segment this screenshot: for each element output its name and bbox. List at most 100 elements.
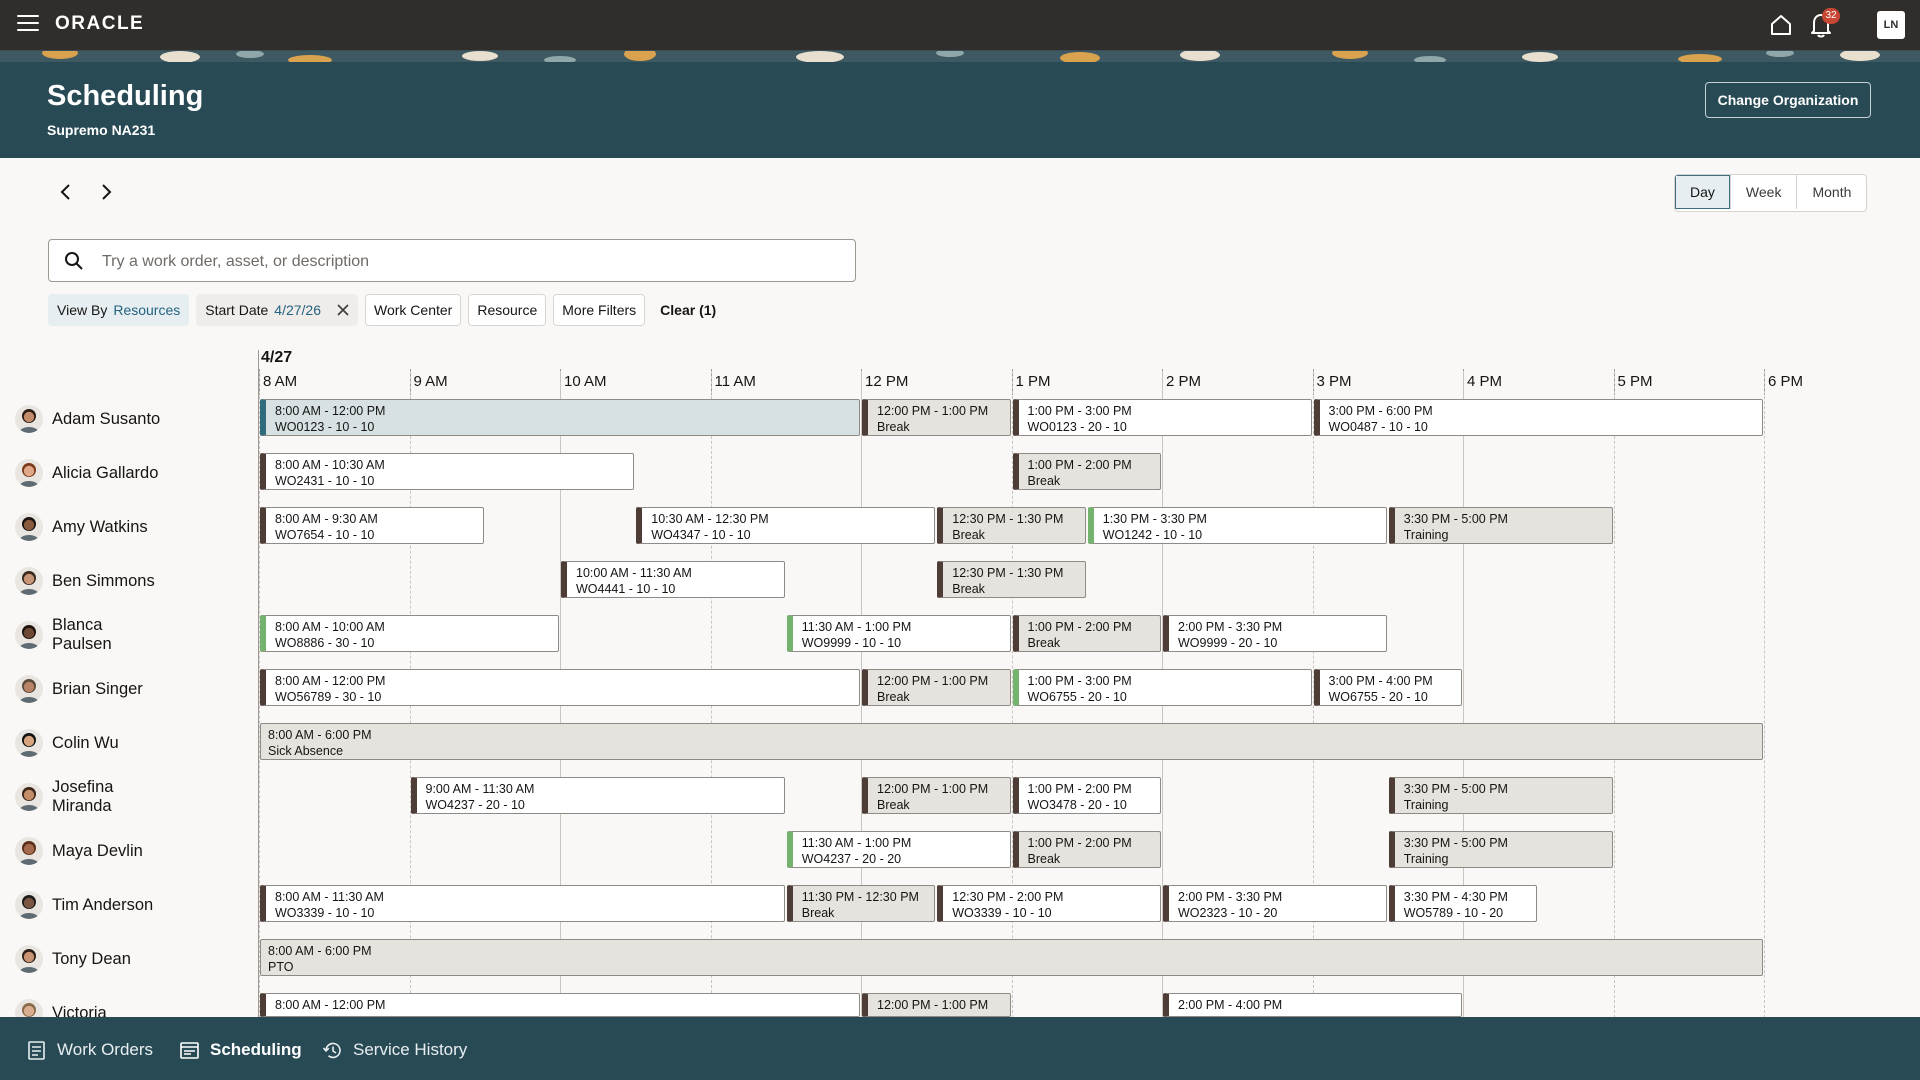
resource-row[interactable]: Adam Susanto [15,399,235,439]
resource-name: Tim Anderson [52,895,154,914]
work-order-block[interactable]: 1:00 PM - 3:00 PM WO0123 - 20 - 10 [1012,399,1312,436]
work-order-block[interactable]: 8:00 AM - 11:30 AM WO3339 - 10 - 10 [260,885,785,922]
view-week-button[interactable]: Week [1729,175,1797,209]
schedule-block[interactable]: 12:30 PM - 1:30 PM Break [937,507,1086,544]
resource-name: Amy Watkins [52,517,148,536]
resource-row[interactable]: Tim Anderson [15,885,235,925]
work-order-block[interactable]: 3:00 PM - 6:00 PM WO0487 - 10 - 10 [1313,399,1763,436]
resource-row[interactable]: Colin Wu [15,723,235,763]
event-time: 1:30 PM - 3:30 PM [1102,512,1207,526]
home-icon[interactable] [1768,12,1794,38]
schedule-block[interactable]: 12:00 PM - 1:00 PM Break [862,669,1011,706]
work-order-block[interactable]: 8:00 AM - 10:30 AM WO2431 - 10 - 10 [260,453,635,490]
chevron-right-icon[interactable] [94,180,118,204]
nav-service-history[interactable]: Service History [322,1038,467,1062]
close-icon[interactable] [337,304,349,316]
event-detail: Break [877,420,910,434]
schedule-block[interactable]: 3:30 PM - 5:00 PM Training [1388,831,1613,868]
resource-row[interactable]: Alicia Gallardo [15,453,235,493]
event-detail: Training [1403,852,1449,866]
work-order-block[interactable]: 12:30 PM - 2:00 PM WO3339 - 10 - 10 [937,885,1161,922]
event-detail: WO56789 - 30 - 10 [275,690,382,704]
resource-row[interactable]: Amy Watkins [15,507,235,547]
avatar [15,675,43,703]
work-order-block[interactable]: 8:00 AM - 12:00 PM [260,993,860,1017]
top-bar: ORACLE 32 LN [0,0,1920,50]
view-month-button[interactable]: Month [1796,175,1866,209]
resource-name: Blanca Paulsen [52,616,112,653]
event-time: 3:00 PM - 4:00 PM [1328,674,1433,688]
resource-row[interactable]: Maya Devlin [15,831,235,871]
schedule-block[interactable]: 1:00 PM - 2:00 PM Break [1012,453,1161,490]
resource-row[interactable]: Blanca Paulsen [15,615,235,655]
view-by-filter[interactable]: View By Resources [48,294,190,326]
more-filters-button[interactable]: More Filters [553,294,646,326]
user-avatar[interactable]: LN [1877,11,1905,39]
event-detail: WO4441 - 10 - 10 [576,582,676,596]
view-day-button[interactable]: Day [1675,175,1730,209]
hour-label: 3 PM [1316,373,1352,390]
avatar [15,513,43,541]
work-order-block[interactable]: 2:00 PM - 3:30 PM WO9999 - 20 - 10 [1163,615,1387,652]
nav-service-history-label: Service History [353,1040,468,1059]
work-order-block[interactable]: 11:30 AM - 1:00 PM WO9999 - 10 - 10 [786,615,1011,652]
work-order-block[interactable]: 8:00 AM - 10:00 AM WO8886 - 30 - 10 [260,615,559,652]
work-order-block[interactable]: 8:00 AM - 12:00 PM WO56789 - 30 - 10 [260,669,860,706]
hour-label: 2 PM [1166,373,1202,390]
work-order-block[interactable]: 1:00 PM - 3:00 PM WO6755 - 20 - 10 [1012,669,1312,706]
resource-row[interactable]: Brian Singer [15,669,235,709]
menu-icon[interactable] [17,15,39,33]
schedule-block[interactable]: 11:30 PM - 12:30 PM Break [786,885,936,922]
clear-filters-button[interactable]: Clear (1) [652,294,724,326]
schedule-block[interactable]: 1:00 PM - 2:00 PM Break [1012,831,1161,868]
resource-row[interactable]: Josefina Miranda [15,777,235,817]
schedule-block[interactable]: 12:30 PM - 1:30 PM Break [937,561,1086,598]
work-order-block[interactable]: 9:00 AM - 11:30 AM WO4237 - 20 - 10 [410,777,785,814]
work-order-block[interactable]: 8:00 AM - 12:00 PM WO0123 - 10 - 10 [260,399,860,436]
avatar [15,567,43,595]
work-order-block[interactable]: 10:00 AM - 11:30 AM WO4441 - 10 - 10 [561,561,785,598]
resource-filter[interactable]: Resource [468,294,547,326]
event-detail: Break [952,582,985,596]
hour-label: 10 AM [564,373,607,390]
resource-name: Tony Dean [52,949,131,968]
change-organization-button[interactable]: Change Organization [1705,82,1871,118]
work-order-block[interactable]: 1:30 PM - 3:30 PM WO1242 - 10 - 10 [1087,507,1387,544]
start-date-filter[interactable]: Start Date 4/27/26 [196,294,358,326]
nav-scheduling[interactable]: Scheduling [179,1038,302,1062]
schedule-block[interactable]: 1:00 PM - 2:00 PM Break [1012,615,1161,652]
work-order-block[interactable]: 8:00 AM - 9:30 AM WO7654 - 10 - 10 [260,507,484,544]
work-order-block[interactable]: 3:00 PM - 4:00 PM WO6755 - 20 - 10 [1313,669,1462,706]
event-time: 12:00 PM - 1:00 PM [877,998,989,1012]
schedule-block[interactable]: 12:00 PM - 1:00 PM Break [862,777,1011,814]
work-order-block[interactable]: 2:00 PM - 3:30 PM WO2323 - 10 - 20 [1163,885,1387,922]
work-center-filter[interactable]: Work Center [365,294,462,326]
event-time: 12:00 PM - 1:00 PM [877,674,989,688]
chevron-left-icon[interactable] [54,180,78,204]
event-detail: WO4237 - 20 - 10 [425,798,525,812]
hour-label: 5 PM [1617,373,1653,390]
event-time: 8:00 AM - 10:30 AM [275,458,385,472]
search-input[interactable] [100,241,844,282]
work-order-block[interactable]: 11:30 AM - 1:00 PM WO4237 - 20 - 20 [786,831,1011,868]
search-field [48,239,856,282]
event-time: 11:30 AM - 1:00 PM [801,836,912,850]
resource-row[interactable]: Ben Simmons [15,561,235,601]
work-order-block[interactable]: 10:30 AM - 12:30 PM WO4347 - 10 - 10 [636,507,936,544]
schedule-block[interactable]: 3:30 PM - 5:00 PM Training [1388,777,1613,814]
work-order-block[interactable]: 3:30 PM - 4:30 PM WO5789 - 10 - 20 [1388,885,1538,922]
schedule-block[interactable]: 12:00 PM - 1:00 PM [862,993,1011,1017]
nav-work-orders[interactable]: Work Orders [26,1038,153,1062]
work-order-block[interactable]: 2:00 PM - 4:00 PM [1163,993,1462,1017]
schedule-block[interactable]: 12:00 PM - 1:00 PM Break [862,399,1011,436]
start-date-label: Start Date [205,302,269,318]
schedule-block[interactable]: 8:00 AM - 6:00 PM PTO [260,939,1763,976]
event-time: 8:00 AM - 12:00 PM [275,998,386,1012]
work-order-block[interactable]: 1:00 PM - 2:00 PM WO3478 - 20 - 10 [1012,777,1161,814]
resource-row[interactable]: Tony Dean [15,939,235,979]
schedule-block[interactable]: 8:00 AM - 6:00 PM Sick Absence [260,723,1763,760]
event-time: 12:30 PM - 2:00 PM [952,890,1064,904]
event-detail: WO6755 - 20 - 10 [1027,690,1127,704]
schedule-block[interactable]: 3:30 PM - 5:00 PM Training [1388,507,1613,544]
hour-label: 9 AM [413,373,448,390]
